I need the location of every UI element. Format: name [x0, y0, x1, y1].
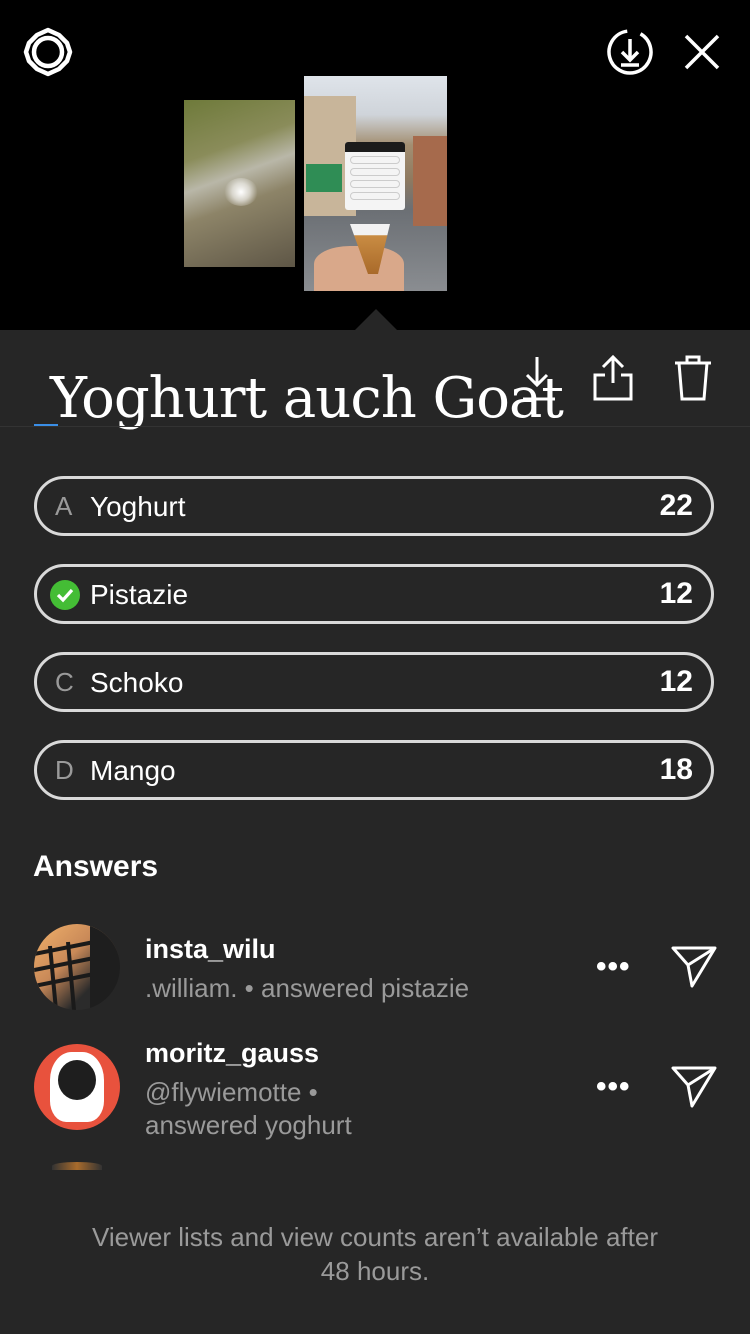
avatar-photo — [34, 924, 120, 1010]
send-icon — [671, 946, 717, 988]
note-line: Viewer lists and view counts aren’t avai… — [91, 1222, 659, 1252]
avatar[interactable] — [34, 924, 120, 1010]
poll-sticker-line — [350, 180, 400, 188]
option-label: Yoghurt — [90, 491, 186, 522]
viewer-list-note: Viewer lists and view counts aren’t avai… — [40, 1220, 710, 1288]
story-thumbnail-ice-cream[interactable] — [304, 76, 447, 291]
more-options-button[interactable]: ••• — [596, 1070, 631, 1104]
save-story-button[interactable] — [512, 352, 558, 404]
selection-pointer — [354, 309, 398, 331]
answers-title: Answers — [33, 850, 159, 883]
option-count: 12 — [659, 665, 693, 698]
trash-icon — [675, 355, 711, 401]
divider — [0, 426, 750, 427]
poll-option-a: A Yoghurt 22 — [34, 476, 714, 536]
option-label: Pistazie — [90, 579, 189, 610]
poll-sticker-line — [350, 156, 400, 164]
poll-option-c: C Schoko 12 — [34, 652, 714, 712]
close-button[interactable] — [680, 30, 724, 74]
option-label: Schoko — [90, 667, 184, 698]
more-options-button[interactable]: ••• — [596, 950, 631, 984]
send-message-button[interactable] — [668, 1060, 720, 1112]
option-letter: C — [55, 667, 74, 697]
download-icon — [523, 357, 555, 401]
poll-option-d: D Mango 18 — [34, 740, 714, 800]
story-thumbnail-water[interactable] — [184, 100, 295, 267]
next-avatar-peek — [52, 1162, 102, 1170]
download-circle-button[interactable] — [604, 26, 656, 78]
share-icon — [593, 354, 633, 401]
share-button[interactable] — [588, 352, 638, 404]
delete-button[interactable] — [668, 352, 718, 404]
tram — [306, 164, 342, 192]
avatar[interactable] — [34, 1044, 120, 1130]
note-line: 48 hours. — [320, 1256, 430, 1286]
send-message-button[interactable] — [668, 940, 720, 992]
answer-username[interactable]: moritz_gauss — [145, 1038, 319, 1069]
close-icon — [684, 34, 720, 70]
answer-meta: .william. • answered pistazie — [145, 973, 470, 1003]
answer-meta: answered yoghurt — [145, 1110, 352, 1140]
option-count: 12 — [659, 577, 693, 610]
hand — [314, 246, 404, 291]
option-count: 22 — [659, 489, 693, 522]
settings-button[interactable] — [22, 26, 74, 78]
avatar-helmet — [58, 1060, 96, 1100]
poll-sticker-preview — [345, 142, 405, 210]
poll-sticker-line — [350, 168, 400, 176]
poll-sticker-line — [350, 192, 400, 200]
poll-sticker-header — [345, 142, 405, 152]
sun-glare — [224, 178, 258, 206]
option-letter: D — [55, 755, 74, 785]
checkmark-icon — [56, 588, 74, 603]
option-count: 18 — [659, 753, 693, 786]
answer-username[interactable]: insta_wilu — [145, 934, 276, 965]
option-label: Mango — [90, 755, 176, 786]
gear-icon — [23, 27, 73, 77]
download-circle-icon — [607, 29, 653, 75]
answer-meta: @flywiemotte • — [145, 1077, 318, 1107]
building-right — [413, 136, 447, 226]
poll-option-b: Pistazie 12 — [34, 564, 714, 624]
story-title: Yoghurt auch Goat — [50, 366, 564, 431]
send-icon — [671, 1066, 717, 1108]
option-letter: A — [55, 491, 73, 521]
correct-check-icon — [50, 580, 80, 610]
story-preview-area — [0, 0, 750, 330]
